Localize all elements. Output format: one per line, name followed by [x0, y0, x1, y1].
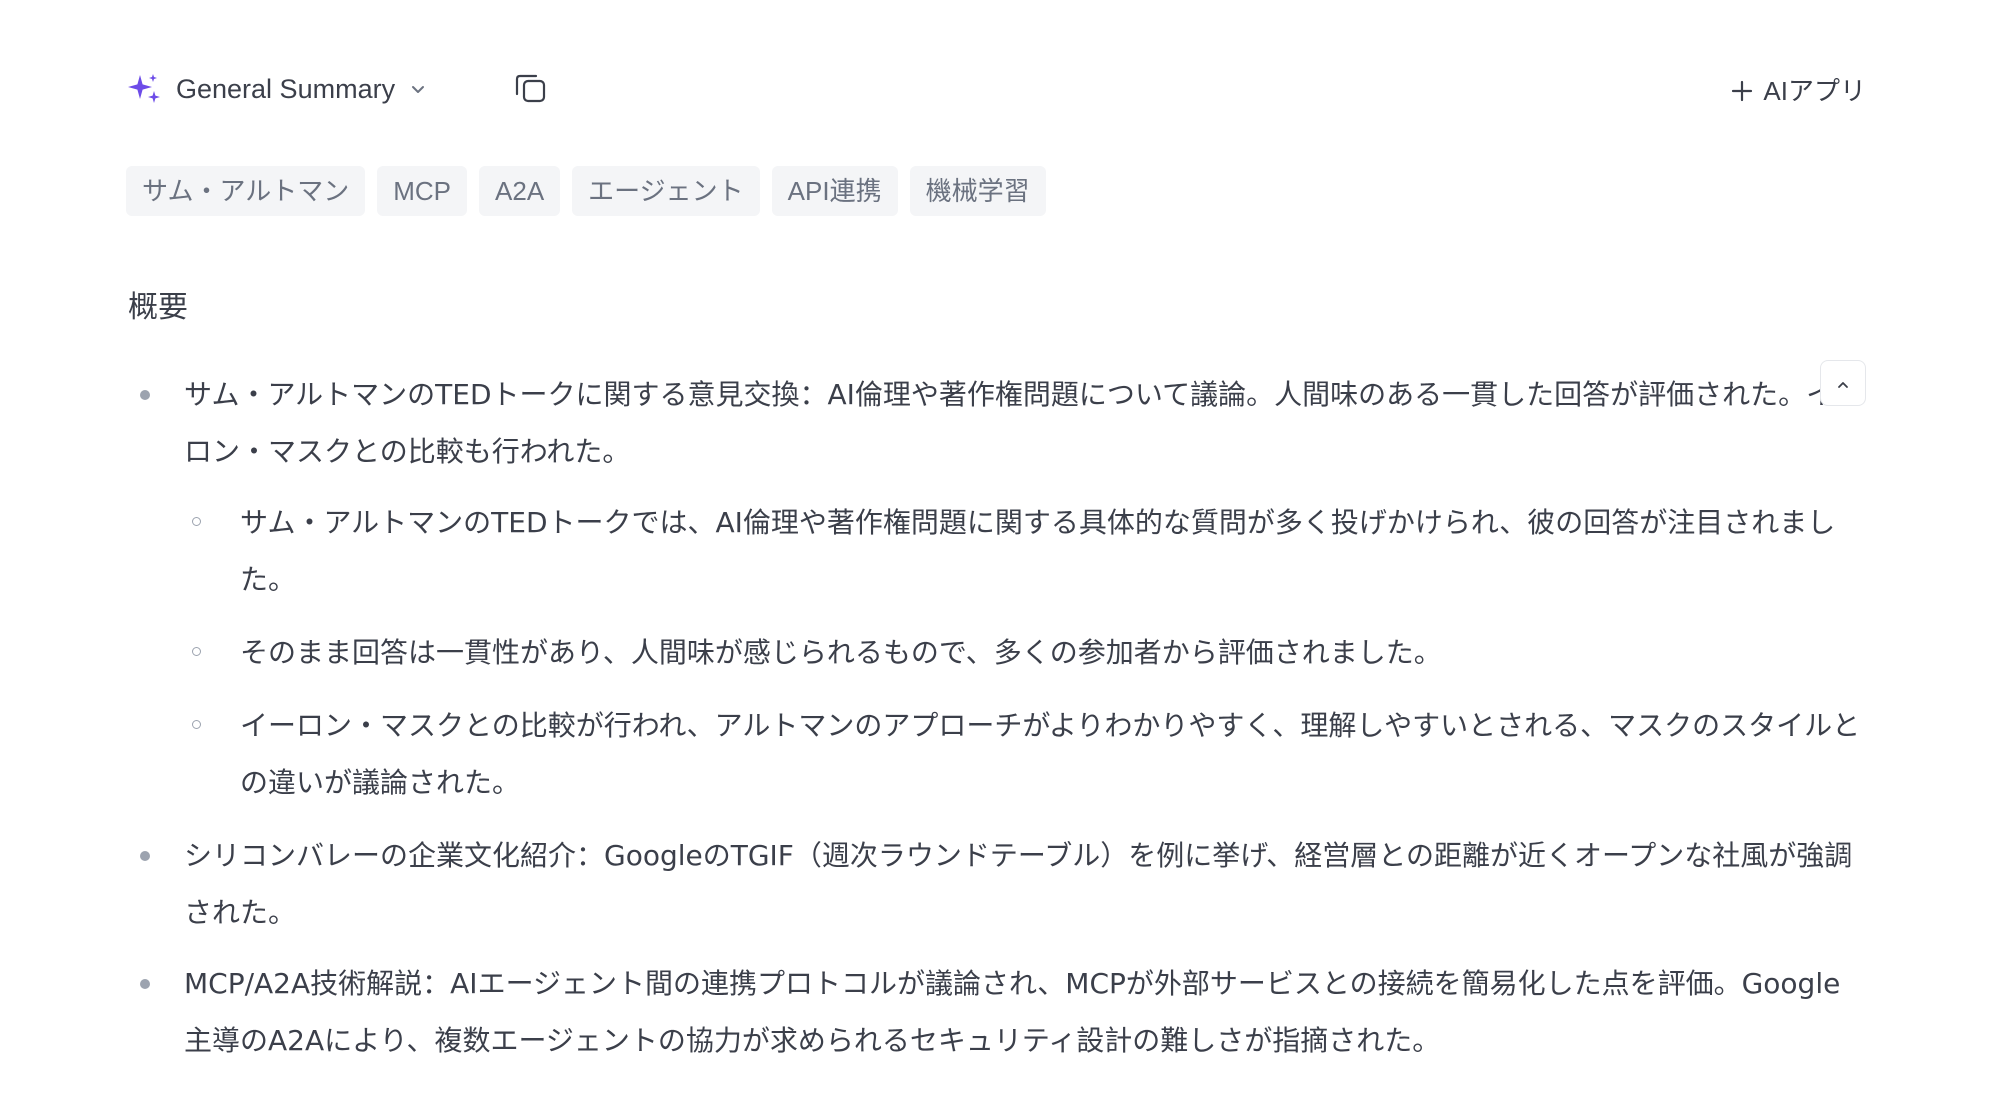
tag[interactable]: A2A: [479, 166, 561, 216]
sub-list-item: そのまま回答は一貫性があり、人間味が感じられるもので、多くの参加者から評価されま…: [126, 624, 1866, 681]
summary-content: サム・アルトマンのTEDトークに関する意見交換：AI倫理や著作権問題について議論…: [126, 360, 1866, 1083]
tag[interactable]: 機械学習: [909, 166, 1046, 216]
summary-header: General Summary AIアプリ: [126, 66, 1866, 112]
chevron-up-icon: [1835, 355, 1851, 412]
summary-type-dropdown[interactable]: General Summary: [126, 66, 427, 112]
tag-list: サム・アルトマン MCP A2A エージェント API連携 機械学習: [126, 166, 1046, 216]
tag[interactable]: エージェント: [572, 166, 760, 216]
section-title: 概要: [128, 290, 188, 325]
summary-type-label: General Summary: [176, 73, 396, 104]
sub-list-item: イーロン・マスクとの比較が行われ、アルトマンのアプローチがよりわかりやすく、理解…: [126, 697, 1866, 811]
bullet-dot: [140, 979, 150, 989]
plus-icon: [1731, 78, 1753, 102]
copy-button[interactable]: [508, 68, 552, 112]
sparkle-icon: [126, 71, 162, 107]
sub-list-item-text: サム・アルトマンのTEDトークでは、AI倫理や著作権問題に関する具体的な質問が多…: [240, 506, 1836, 596]
collapse-button[interactable]: [1820, 360, 1866, 406]
chevron-down-icon: [409, 80, 427, 98]
sub-list: サム・アルトマンのTEDトークでは、AI倫理や著作権問題に関する具体的な質問が多…: [126, 494, 1866, 811]
sub-bullet-circle: [192, 720, 201, 729]
list-item-text: MCP/A2A技術解説：AIエージェント間の連携プロトコルが議論され、MCPが外…: [184, 967, 1841, 1057]
bullet-dot: [140, 851, 150, 861]
sub-list-item-text: そのまま回答は一貫性があり、人間味が感じられるもので、多くの参加者から評価されま…: [240, 636, 1442, 669]
sub-list-item-text: イーロン・マスクとの比較が行われ、アルトマンのアプローチがよりわかりやすく、理解…: [240, 709, 1861, 799]
list-item: シリコンバレーの企業文化紹介：GoogleのTGIF（週次ラウンドテーブル）を例…: [126, 827, 1866, 941]
sub-bullet-circle: [192, 647, 201, 656]
tag[interactable]: API連携: [771, 166, 898, 216]
add-ai-app-button[interactable]: AIアプリ: [1731, 66, 1866, 112]
list-item: サム・アルトマンのTEDトークに関する意見交換：AI倫理や著作権問題について議論…: [126, 360, 1866, 480]
sub-bullet-circle: [192, 517, 201, 526]
list-item-text: サム・アルトマンのTEDトークに関する意見交換：AI倫理や著作権問題について議論…: [184, 378, 1863, 468]
list-item: MCP/A2A技術解説：AIエージェント間の連携プロトコルが議論され、MCPが外…: [126, 955, 1866, 1069]
tag[interactable]: サム・アルトマン: [126, 166, 366, 216]
tag[interactable]: MCP: [377, 166, 468, 216]
sub-list-item: サム・アルトマンのTEDトークでは、AI倫理や著作権問題に関する具体的な質問が多…: [126, 494, 1866, 608]
add-ai-app-label: AIアプリ: [1763, 75, 1866, 106]
bullet-dot: [140, 390, 150, 400]
copy-icon: [510, 68, 550, 112]
summary-panel: General Summary AIアプリ サム・アルトマン MCP A2A エ…: [0, 0, 1996, 1112]
list-item-text: シリコンバレーの企業文化紹介：GoogleのTGIF（週次ラウンドテーブル）を例…: [184, 839, 1853, 929]
